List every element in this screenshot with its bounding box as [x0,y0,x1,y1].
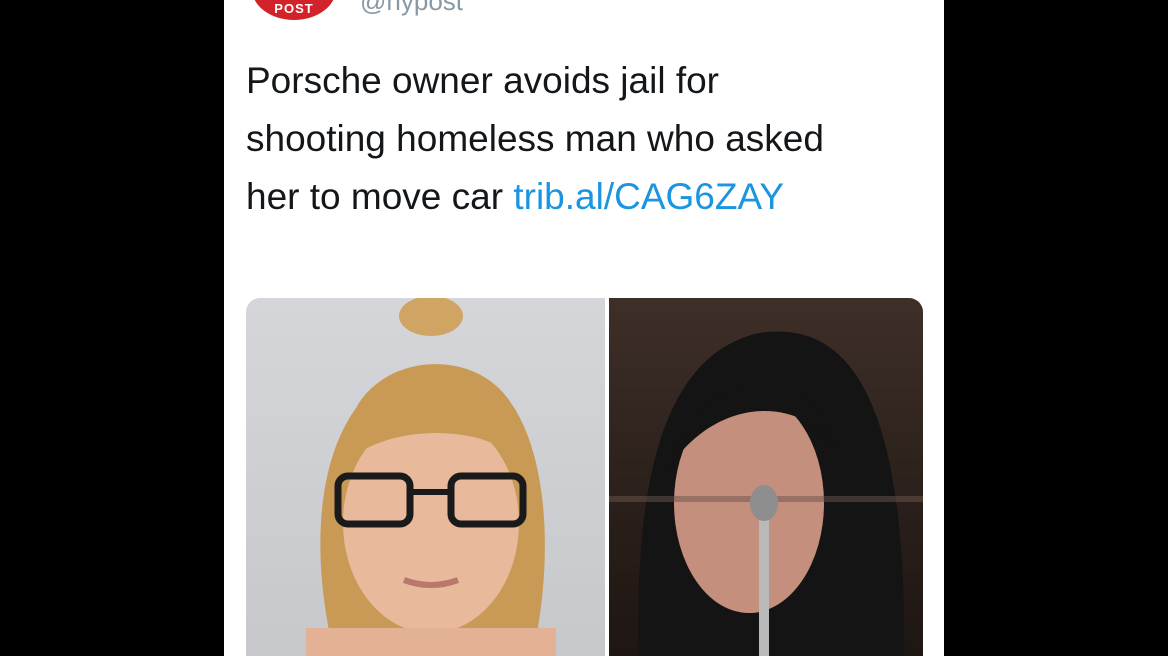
courtroom-photo[interactable] [609,298,923,656]
avatar-logo-text: POST [274,1,314,16]
tweet-link[interactable]: trib.al/CAG6ZAY [513,176,784,217]
tweet-media[interactable] [246,298,923,656]
mugshot-illustration [306,298,556,656]
courtroom-illustration [609,331,923,656]
account-avatar[interactable]: POST [252,0,336,20]
account-handle[interactable]: @nypost [360,0,463,17]
tweet-text: Porsche owner avoids jail for shooting h… [246,52,846,226]
video-frame: POST @nypost Porsche owner avoids jail f… [0,0,1168,656]
tweet-card: POST @nypost Porsche owner avoids jail f… [224,0,944,656]
mugshot-photo[interactable] [246,298,605,656]
